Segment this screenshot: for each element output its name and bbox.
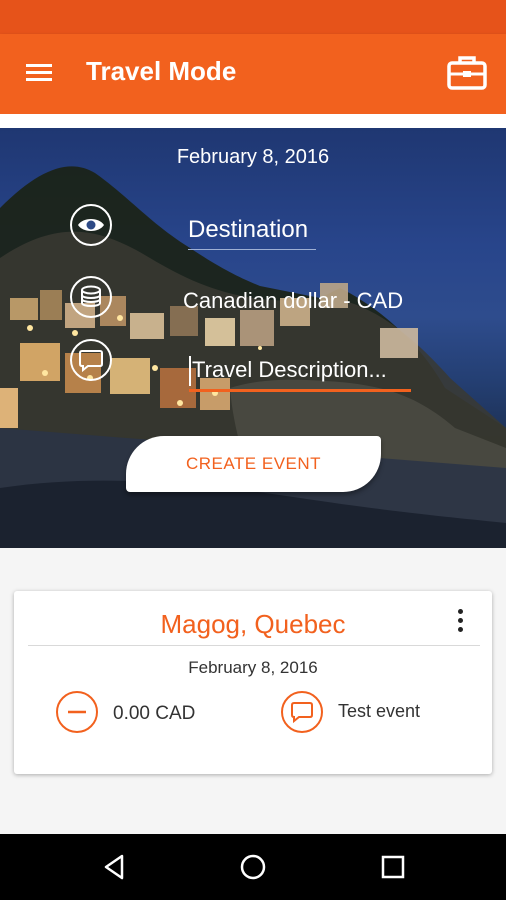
recents-square-icon[interactable] <box>378 852 408 882</box>
travel-description-placeholder: Travel Description... <box>192 356 387 382</box>
more-options-icon[interactable] <box>454 609 468 637</box>
event-title: Magog, Quebec <box>160 609 346 639</box>
event-amount: 0.00 CAD <box>113 703 196 724</box>
text-caret <box>189 356 191 386</box>
minus-circle-icon <box>56 691 98 733</box>
hamburger-menu-icon[interactable] <box>22 60 58 88</box>
travel-description-input[interactable]: Travel Description... <box>189 356 411 392</box>
system-navigation-bar <box>0 834 506 900</box>
comment-icon <box>70 339 112 381</box>
comment-icon <box>281 691 323 733</box>
create-event-button[interactable]: CREATE EVENT <box>126 436 381 492</box>
app-title: Travel Mode <box>86 56 237 86</box>
home-circle-icon[interactable] <box>238 852 268 882</box>
card-divider <box>28 645 480 646</box>
event-description: Test event <box>338 701 421 721</box>
hero-section: February 8, 2016 Destination Canadian do… <box>0 128 506 548</box>
event-card[interactable]: Magog, Quebec February 8, 2016 0.00 CAD … <box>14 591 492 774</box>
coins-icon <box>70 276 112 318</box>
status-bar <box>0 0 506 34</box>
destination-field[interactable]: Destination <box>188 216 308 244</box>
back-triangle-icon[interactable] <box>100 852 130 882</box>
app-bar: Travel Mode <box>0 34 506 114</box>
destination-underline <box>188 249 316 250</box>
header-spacer <box>0 114 506 128</box>
event-date: February 8, 2016 <box>188 658 318 677</box>
briefcase-icon[interactable] <box>446 52 488 92</box>
currency-selector[interactable]: Canadian dollar - CAD <box>183 288 403 314</box>
hero-date: February 8, 2016 <box>176 146 330 168</box>
eye-icon <box>70 204 112 246</box>
